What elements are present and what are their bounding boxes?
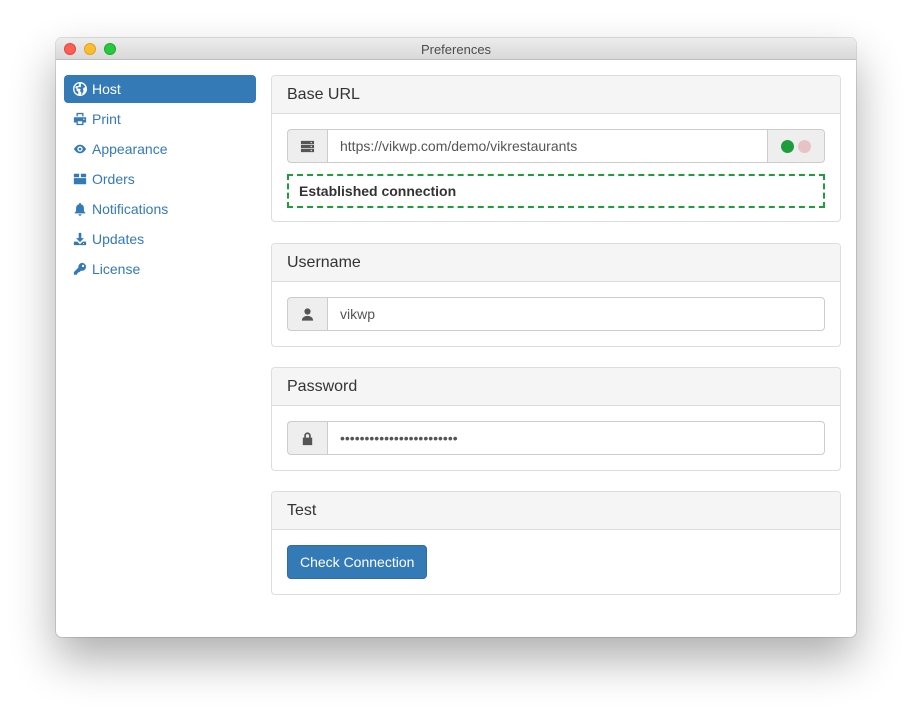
sidebar: Host Print Appearance Orders Notificatio… [64,75,256,285]
sidebar-item-appearance[interactable]: Appearance [64,135,256,163]
username-panel: Username [271,243,841,347]
check-connection-button[interactable]: Check Connection [287,545,428,579]
sidebar-item-label: License [92,261,141,277]
eye-icon [73,142,87,156]
sidebar-item-label: Orders [92,171,135,187]
sidebar-item-label: Host [92,81,121,97]
printer-icon [73,112,87,126]
test-heading: Test [272,492,840,530]
sidebar-item-label: Notifications [92,201,169,217]
base-url-input-group [287,129,825,163]
sidebar-item-license[interactable]: License [64,255,256,283]
sidebar-item-updates[interactable]: Updates [64,225,256,253]
preferences-window: Preferences Host Print Appearance Orders [56,38,856,637]
base-url-heading: Base URL [272,76,840,114]
bell-icon [73,202,87,216]
sidebar-item-print[interactable]: Print [64,105,256,133]
globe-icon [73,82,87,96]
status-online-dot [781,139,794,153]
base-url-panel: Base URL Established connection [271,75,841,222]
username-input-group [287,297,825,331]
test-panel: Test Check Connection [271,491,841,595]
box-icon [73,172,87,186]
sidebar-item-label: Appearance [92,141,168,157]
sidebar-item-orders[interactable]: Orders [64,165,256,193]
lock-icon [287,421,327,455]
connection-status-indicator [768,129,825,163]
password-panel: Password [271,367,841,471]
base-url-input[interactable] [327,129,768,163]
username-heading: Username [272,244,840,282]
password-input[interactable] [327,421,825,455]
sidebar-item-label: Print [92,111,121,127]
password-input-group [287,421,825,455]
key-icon [73,262,87,276]
download-icon [73,232,87,246]
server-icon [287,129,327,163]
sidebar-item-label: Updates [92,231,145,247]
window-title: Preferences [420,42,492,57]
sidebar-item-notifications[interactable]: Notifications [64,195,256,223]
title-bar[interactable]: Preferences [56,38,856,60]
user-icon [287,297,327,331]
sidebar-item-host[interactable]: Host [64,75,256,103]
status-offline-dot [798,139,811,153]
username-input[interactable] [327,297,825,331]
password-heading: Password [272,368,840,406]
connection-status-message: Established connection [287,174,825,208]
